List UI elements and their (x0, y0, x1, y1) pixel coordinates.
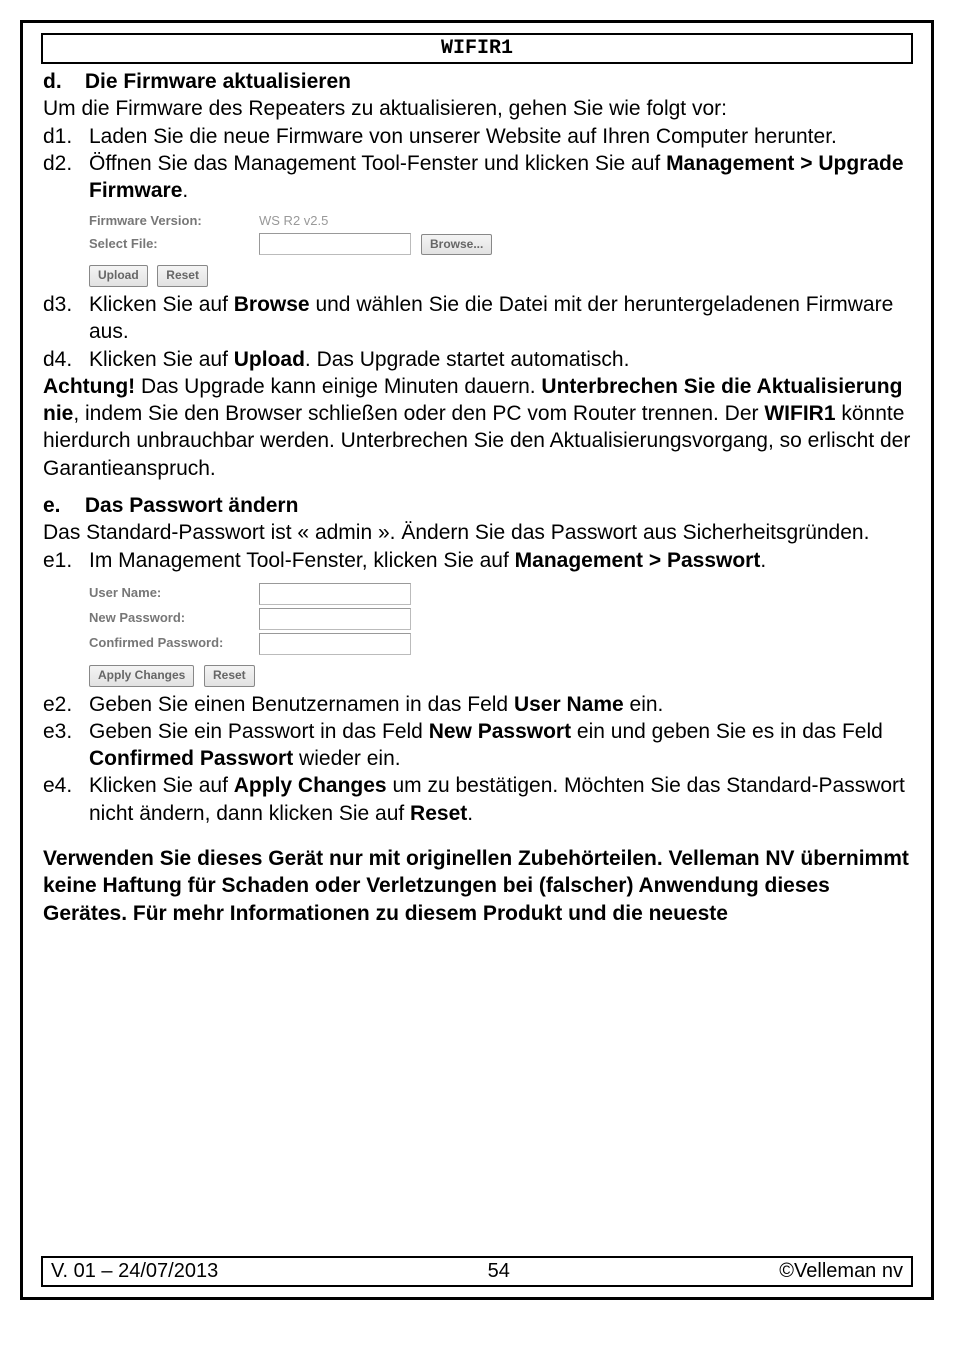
step-e1-post: . (760, 549, 766, 572)
step-d2: d2. Öffnen Sie das Management Tool-Fenst… (43, 150, 911, 205)
document-body: d. Die Firmware aktualisieren Um die Fir… (23, 68, 931, 927)
step-d2-post: . (182, 179, 188, 202)
password-panel: User Name: New Password: Confirmed Passw… (89, 574, 911, 691)
footer-version: V. 01 – 24/07/2013 (51, 1260, 218, 1283)
step-e3: e3. Geben Sie ein Passwort in das Feld N… (43, 718, 911, 773)
footer-copyright: ©Velleman nv (779, 1260, 903, 1283)
step-e2-bold: User Name (514, 693, 624, 716)
new-password-input[interactable] (259, 608, 411, 630)
step-d4: d4. Klicken Sie auf Upload. Das Upgrade … (43, 346, 911, 373)
warning-b2: WIFIR1 (764, 402, 835, 425)
section-e-intro: Das Standard-Passwort ist « admin ». Änd… (43, 519, 911, 546)
step-e3-bold1: New Passwort (429, 720, 571, 743)
warning-t2: , indem Sie den Browser schließen oder d… (73, 402, 764, 425)
reset-button-firmware[interactable]: Reset (157, 265, 208, 287)
confirmed-password-input[interactable] (259, 633, 411, 655)
step-e4-bold1: Apply Changes (234, 774, 387, 797)
step-e3-pre: Geben Sie ein Passwort in das Feld (89, 720, 429, 743)
step-d2-pre: Öffnen Sie das Management Tool-Fenster u… (89, 152, 666, 175)
step-e1-num: e1. (43, 547, 89, 574)
step-e3-text: Geben Sie ein Passwort in das Feld New P… (89, 718, 911, 773)
section-d-heading: Die Firmware aktualisieren (85, 70, 351, 93)
step-e4-post: . (467, 802, 473, 825)
step-d1-num: d1. (43, 123, 89, 150)
step-d4-pre: Klicken Sie auf (89, 348, 234, 371)
step-d2-num: d2. (43, 150, 89, 177)
step-d2-text: Öffnen Sie das Management Tool-Fenster u… (89, 150, 911, 205)
section-e-letter: e. (43, 492, 79, 519)
user-name-label: User Name: (89, 585, 259, 602)
step-e1-text: Im Management Tool-Fenster, klicken Sie … (89, 547, 911, 574)
user-name-input[interactable] (259, 583, 411, 605)
step-e4: e4. Klicken Sie auf Apply Changes um zu … (43, 772, 911, 827)
step-e1-bold: Management > Passwort (515, 549, 761, 572)
footer-page-number: 54 (488, 1260, 510, 1283)
browse-button[interactable]: Browse... (421, 234, 492, 256)
section-e-title: e. Das Passwort ändern (43, 492, 911, 519)
step-d3: d3. Klicken Sie auf Browse und wählen Si… (43, 291, 911, 346)
step-e3-num: e3. (43, 718, 89, 745)
step-e1-pre: Im Management Tool-Fenster, klicken Sie … (89, 549, 515, 572)
step-e4-num: e4. (43, 772, 89, 799)
disclaimer: Verwenden Sie dieses Gerät nur mit origi… (43, 845, 911, 927)
step-e3-post: wieder ein. (293, 747, 400, 770)
step-d3-bold: Browse (234, 293, 310, 316)
step-e2-pre: Geben Sie einen Benutzernamen in das Fel… (89, 693, 514, 716)
step-e4-bold2: Reset (410, 802, 467, 825)
upload-button[interactable]: Upload (89, 265, 148, 287)
step-e1: e1. Im Management Tool-Fenster, klicken … (43, 547, 911, 574)
step-e2-num: e2. (43, 691, 89, 718)
document-header: WIFIR1 (41, 33, 913, 64)
new-password-label: New Password: (89, 610, 259, 627)
step-d4-post: . Das Upgrade startet automatisch. (305, 348, 630, 371)
section-d-intro: Um die Firmware des Repeaters zu aktuali… (43, 95, 911, 122)
select-file-label: Select File: (89, 236, 259, 253)
section-d-warning: Achtung! Das Upgrade kann einige Minuten… (43, 373, 911, 482)
section-d-letter: d. (43, 68, 79, 95)
step-e2-text: Geben Sie einen Benutzernamen in das Fel… (89, 691, 911, 718)
apply-changes-button[interactable]: Apply Changes (89, 665, 194, 687)
warning-t1: Das Upgrade kann einige Minuten dauern. (135, 375, 541, 398)
step-e2-post: ein. (624, 693, 664, 716)
step-e4-pre: Klicken Sie auf (89, 774, 234, 797)
step-d4-num: d4. (43, 346, 89, 373)
step-d3-pre: Klicken Sie auf (89, 293, 234, 316)
step-e3-bold2: Confirmed Passwort (89, 747, 293, 770)
step-d3-text: Klicken Sie auf Browse und wählen Sie di… (89, 291, 911, 346)
confirmed-password-label: Confirmed Password: (89, 635, 259, 652)
firmware-version-label: Firmware Version: (89, 213, 259, 230)
header-title: WIFIR1 (441, 37, 513, 60)
firmware-upgrade-panel: Firmware Version: WS R2 v2.5 Select File… (89, 204, 911, 290)
section-e-heading: Das Passwort ändern (85, 494, 299, 517)
step-d1: d1. Laden Sie die neue Firmware von unse… (43, 123, 911, 150)
select-file-input[interactable] (259, 233, 411, 255)
step-e3-mid: ein und geben Sie es in das Feld (571, 720, 883, 743)
step-e2: e2. Geben Sie einen Benutzernamen in das… (43, 691, 911, 718)
section-d-title: d. Die Firmware aktualisieren (43, 68, 911, 95)
document-footer: V. 01 – 24/07/2013 54 ©Velleman nv (41, 1256, 913, 1287)
step-d1-text: Laden Sie die neue Firmware von unserer … (89, 123, 911, 150)
step-d4-text: Klicken Sie auf Upload. Das Upgrade star… (89, 346, 911, 373)
firmware-version-value: WS R2 v2.5 (259, 213, 419, 230)
step-d3-num: d3. (43, 291, 89, 318)
step-d4-bold: Upload (234, 348, 305, 371)
reset-button-password[interactable]: Reset (204, 665, 255, 687)
step-e4-text: Klicken Sie auf Apply Changes um zu best… (89, 772, 911, 827)
warning-achtung: Achtung! (43, 375, 135, 398)
